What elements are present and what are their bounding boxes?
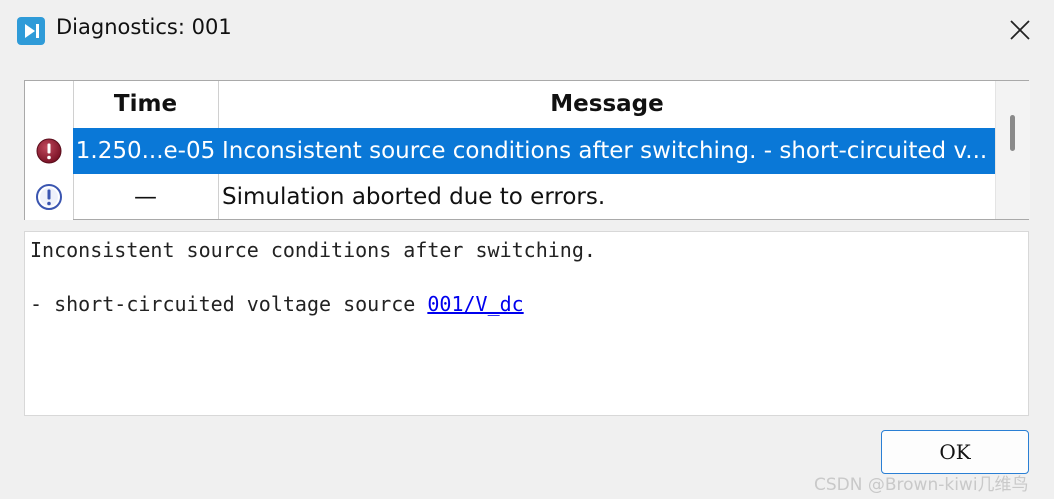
- time-cell: 1.250...e-05: [75, 138, 216, 164]
- watermark-text: CSDN @Brown-kiwi几维鸟: [814, 475, 1029, 495]
- table-row[interactable]: — Simulation aborted due to errors.: [25, 174, 995, 220]
- vertical-scrollbar[interactable]: [995, 81, 1030, 219]
- scrollbar-thumb[interactable]: [1010, 115, 1015, 151]
- column-header-message[interactable]: Message: [219, 81, 995, 128]
- close-button[interactable]: [1000, 10, 1040, 50]
- window-title: Diagnostics: 001: [56, 15, 232, 39]
- column-header-severity[interactable]: [25, 81, 73, 128]
- details-source-text: - short-circuited voltage source: [30, 292, 428, 316]
- message-cell: Simulation aborted due to errors.: [222, 184, 606, 210]
- source-link[interactable]: 001/V_dc: [427, 292, 523, 316]
- details-source-line: - short-circuited voltage source 001/V_d…: [30, 292, 524, 316]
- close-icon: [1010, 20, 1030, 40]
- diagnostics-table: Time Message 1.250...e-05 Inconsistent s…: [24, 80, 1030, 220]
- error-icon: [25, 128, 73, 174]
- info-icon: [25, 174, 73, 220]
- table-header: Time Message: [25, 81, 995, 129]
- play-next-icon: [17, 17, 45, 45]
- details-panel: Inconsistent source conditions after swi…: [24, 231, 1029, 416]
- ok-button[interactable]: OK: [881, 430, 1029, 474]
- message-cell: Inconsistent source conditions after swi…: [222, 138, 988, 164]
- table-row[interactable]: 1.250...e-05 Inconsistent source conditi…: [25, 128, 995, 174]
- column-header-time[interactable]: Time: [74, 81, 217, 128]
- time-cell: —: [134, 184, 157, 210]
- title-bar: Diagnostics: 001: [0, 0, 1054, 62]
- details-message: Inconsistent source conditions after swi…: [30, 238, 596, 262]
